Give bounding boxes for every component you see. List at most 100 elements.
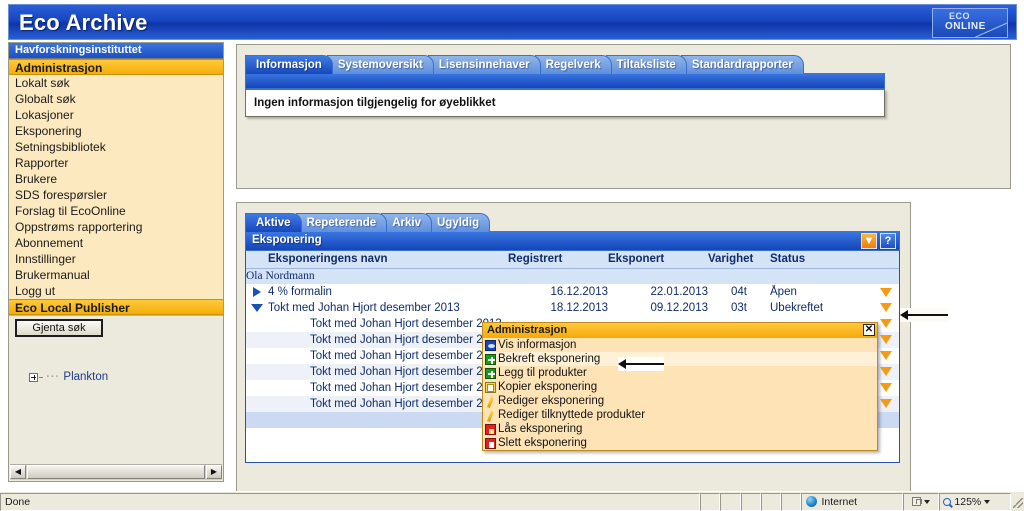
tab[interactable]: Tiltaksliste — [605, 55, 687, 74]
context-menu-item[interactable]: Legg til produkter — [483, 366, 877, 380]
column-header[interactable] — [876, 251, 899, 269]
sidebar-item[interactable]: Eco Local Publisher — [9, 299, 223, 315]
tab[interactable]: Repeterende — [295, 213, 388, 232]
status-slot-5 — [781, 492, 802, 511]
dropdown-arrow-icon[interactable] — [880, 399, 892, 409]
sidebar-item[interactable]: Globalt søk — [9, 91, 223, 107]
sidebar-item-label: Forslag til EcoOnline — [15, 204, 126, 218]
column-header[interactable]: Eksponeringens navn — [268, 251, 508, 269]
column-header[interactable]: Status — [770, 251, 876, 269]
protected-mode-indicator[interactable] — [902, 492, 940, 511]
row-expander[interactable] — [246, 284, 268, 300]
empty-cell — [246, 460, 899, 462]
tab[interactable]: Arkiv — [381, 213, 432, 232]
close-icon[interactable]: ✕ — [863, 324, 875, 336]
tab-label: Repeterende — [306, 217, 377, 229]
scroll-thumb[interactable] — [27, 465, 205, 479]
dropdown-arrow-icon[interactable] — [880, 319, 892, 329]
sidebar-item[interactable]: Administrasjon — [9, 59, 223, 75]
top-tab-fill — [245, 73, 885, 89]
column-header[interactable]: Eksponert — [608, 251, 708, 269]
context-menu-item[interactable]: Lås eksponering — [483, 422, 877, 436]
scroll-left-arrow[interactable]: ◀ — [10, 465, 26, 479]
sidebar-horizontal-scrollbar[interactable]: ◀ ▶ — [10, 464, 222, 480]
tab[interactable]: Systemoversikt — [326, 55, 434, 74]
dropdown-arrow-icon[interactable] — [880, 303, 892, 313]
status-slot-3 — [740, 492, 761, 511]
sidebar-item[interactable]: Brukere — [9, 171, 223, 187]
tree-item-plankton[interactable]: ··· Plankton — [29, 371, 108, 383]
sidebar-item[interactable]: SDS forespørsler — [9, 187, 223, 203]
row-action-menu[interactable] — [876, 380, 899, 396]
sidebar-item-label: Innstillinger — [15, 252, 76, 266]
sidebar-item[interactable]: Setningsbibliotek — [9, 139, 223, 155]
row-action-menu[interactable] — [876, 300, 899, 316]
sidebar-item-label: Eksponering — [15, 124, 82, 138]
column-header-label: Eksponeringens navn — [268, 253, 388, 266]
pencil-icon — [485, 409, 496, 421]
bottom-tab-bar: Aktive Repeterende Arkiv Ugyldig — [245, 212, 491, 232]
resize-grip[interactable] — [1011, 495, 1024, 509]
context-menu-item[interactable]: Kopier eksponering — [483, 380, 877, 394]
expand-plus-icon[interactable] — [29, 372, 38, 382]
dropdown-arrow-icon[interactable] — [880, 335, 892, 345]
annotation-arrow-row — [900, 308, 948, 322]
row-action-menu[interactable] — [876, 364, 899, 380]
sidebar-item[interactable]: Eksponering — [9, 123, 223, 139]
context-menu-item[interactable]: Rediger tilknyttede produkter — [483, 408, 877, 422]
chevron-down-icon[interactable] — [251, 303, 263, 312]
row-action-menu[interactable] — [876, 284, 899, 300]
tab[interactable]: Aktive — [245, 213, 302, 232]
column-header[interactable]: Registrert — [508, 251, 608, 269]
tab[interactable]: Regelverk — [534, 55, 612, 74]
column-header-label: Status — [770, 253, 806, 266]
column-header[interactable]: Varighet — [708, 251, 770, 269]
tab[interactable]: Standardrapporter — [680, 55, 804, 74]
sidebar-item-label: Rapporter — [15, 156, 69, 170]
sidebar-item[interactable]: Lokalt søk — [9, 75, 223, 91]
sidebar-item-label: Brukere — [15, 172, 58, 186]
dropdown-arrow-icon[interactable] — [880, 287, 892, 297]
context-menu-item[interactable]: Bekreft eksponering — [483, 352, 877, 366]
context-menu-item[interactable]: Rediger eksponering — [483, 394, 877, 408]
dropdown-arrow-icon[interactable] — [880, 367, 892, 377]
tab-label: Regelverk — [545, 59, 601, 71]
column-header[interactable] — [246, 251, 268, 269]
collapse-button[interactable]: ▼ — [861, 233, 877, 249]
cell-name-text: Tokt med Johan Hjort desember 2013 — [310, 334, 502, 346]
row-action-menu[interactable] — [876, 396, 899, 412]
row-action-menu[interactable] — [876, 316, 899, 332]
tab[interactable]: Informasjon — [245, 55, 333, 74]
tab[interactable]: Ugyldig — [425, 213, 491, 232]
chevron-right-icon[interactable] — [253, 287, 261, 298]
sidebar-item[interactable]: Oppstrøms rapportering — [9, 219, 223, 235]
security-zone[interactable]: Internet — [801, 492, 903, 511]
sidebar-item[interactable]: Innstillinger — [9, 251, 223, 267]
application-window: Eco Archive ECO ONLINE Havforskningsinst… — [0, 0, 1024, 511]
row-expander[interactable] — [246, 300, 268, 316]
sidebar-item[interactable]: Rapporter — [9, 155, 223, 171]
context-menu-item[interactable]: Vis informasjon — [483, 338, 877, 352]
chevron-down-icon[interactable] — [984, 499, 991, 504]
row-action-menu[interactable] — [876, 348, 899, 364]
chevron-down-icon[interactable] — [924, 499, 931, 504]
scroll-right-arrow[interactable]: ▶ — [206, 465, 222, 479]
repeat-search-button[interactable]: Gjenta søk — [15, 319, 103, 337]
cell-duration-text: 03t — [731, 302, 747, 314]
help-button[interactable]: ? — [880, 233, 896, 249]
sidebar-item[interactable]: Logg ut — [9, 283, 223, 299]
context-menu-item-label: Lås eksponering — [498, 423, 583, 435]
sidebar-item[interactable]: Abonnement — [9, 235, 223, 251]
row-action-menu[interactable] — [876, 332, 899, 348]
sidebar-item[interactable]: Lokasjoner — [9, 107, 223, 123]
row-expander — [246, 364, 268, 380]
table-row[interactable]: 4 % formalin 16.12.2013 22.01.2013 04t Åpen — [246, 284, 899, 300]
context-menu-item[interactable]: Slett eksponering — [483, 436, 877, 450]
table-row[interactable]: Tokt med Johan Hjort desember 2013 18.12.… — [246, 300, 899, 316]
dropdown-arrow-icon[interactable] — [880, 383, 892, 393]
tab[interactable]: Lisensinnehaver — [427, 55, 541, 74]
zoom-control[interactable]: 125% — [939, 492, 1012, 511]
sidebar-item[interactable]: Brukermanual — [9, 267, 223, 283]
sidebar-item[interactable]: Forslag til EcoOnline — [9, 203, 223, 219]
dropdown-arrow-icon[interactable] — [880, 351, 892, 361]
